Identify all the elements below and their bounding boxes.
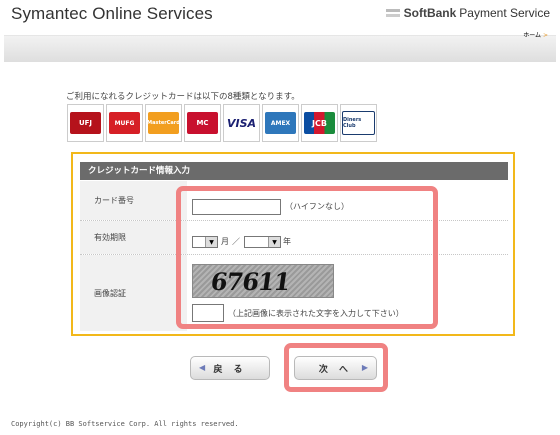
card-logo-mastercard: MasterCard	[145, 104, 182, 142]
card-logo-million: MC	[184, 104, 221, 142]
card-logos: UFJ MUFG MasterCard MC VISA AMEX JCB Din…	[67, 104, 377, 142]
card-number-label: カード番号	[80, 181, 187, 220]
logo-payment-service: Payment Service	[459, 6, 550, 20]
visa-logo: VISA	[226, 112, 257, 134]
card-logo-visa: VISA	[223, 104, 260, 142]
jcb-logo: JCB	[304, 112, 335, 134]
card-logo-ufj: UFJ	[67, 104, 104, 142]
next-button-label: 次 へ	[318, 364, 353, 375]
mastercard-logo: MasterCard	[147, 112, 180, 134]
highlight-form-fields	[176, 186, 438, 329]
card-logo-jcb: JCB	[301, 104, 338, 142]
logo-softbank: SoftBank	[403, 6, 457, 20]
home-link[interactable]: ホーム >	[523, 30, 548, 39]
site-title: Symantec Online Services	[11, 4, 213, 23]
form-heading: クレジットカード情報入力	[80, 162, 508, 180]
triangle-left-icon: ◀	[199, 363, 206, 372]
softbank-payment-logo: SoftBank Payment Service	[385, 6, 550, 20]
softbank-bars-icon	[385, 9, 400, 17]
home-link-label[interactable]: ホーム	[523, 32, 541, 39]
expiry-label: 有効期限	[80, 221, 187, 254]
chevron-right-icon: >	[542, 32, 548, 39]
back-button-label: 戻 る	[213, 364, 247, 375]
captcha-label: 画像認証	[80, 255, 187, 331]
diners-club-logo: Diners Club	[342, 111, 375, 135]
next-button[interactable]: 次 へ ▶	[294, 356, 377, 380]
back-button[interactable]: ◀ 戻 る	[190, 356, 270, 380]
card-logo-mufg: MUFG	[106, 104, 143, 142]
accepted-cards-intro: ご利用になれるクレジットカードは以下の8種類となります。	[66, 92, 300, 102]
card-logo-amex: AMEX	[262, 104, 299, 142]
copyright: Copyright(c) BB Softservice Corp. All ri…	[11, 420, 239, 428]
ufj-logo: UFJ	[70, 112, 101, 134]
mufg-logo: MUFG	[109, 112, 140, 134]
top-nav-bar	[4, 35, 556, 62]
triangle-right-icon: ▶	[361, 363, 368, 372]
million-card-logo: MC	[187, 112, 218, 134]
amex-logo: AMEX	[265, 112, 296, 134]
card-logo-diners: Diners Club	[340, 104, 377, 142]
